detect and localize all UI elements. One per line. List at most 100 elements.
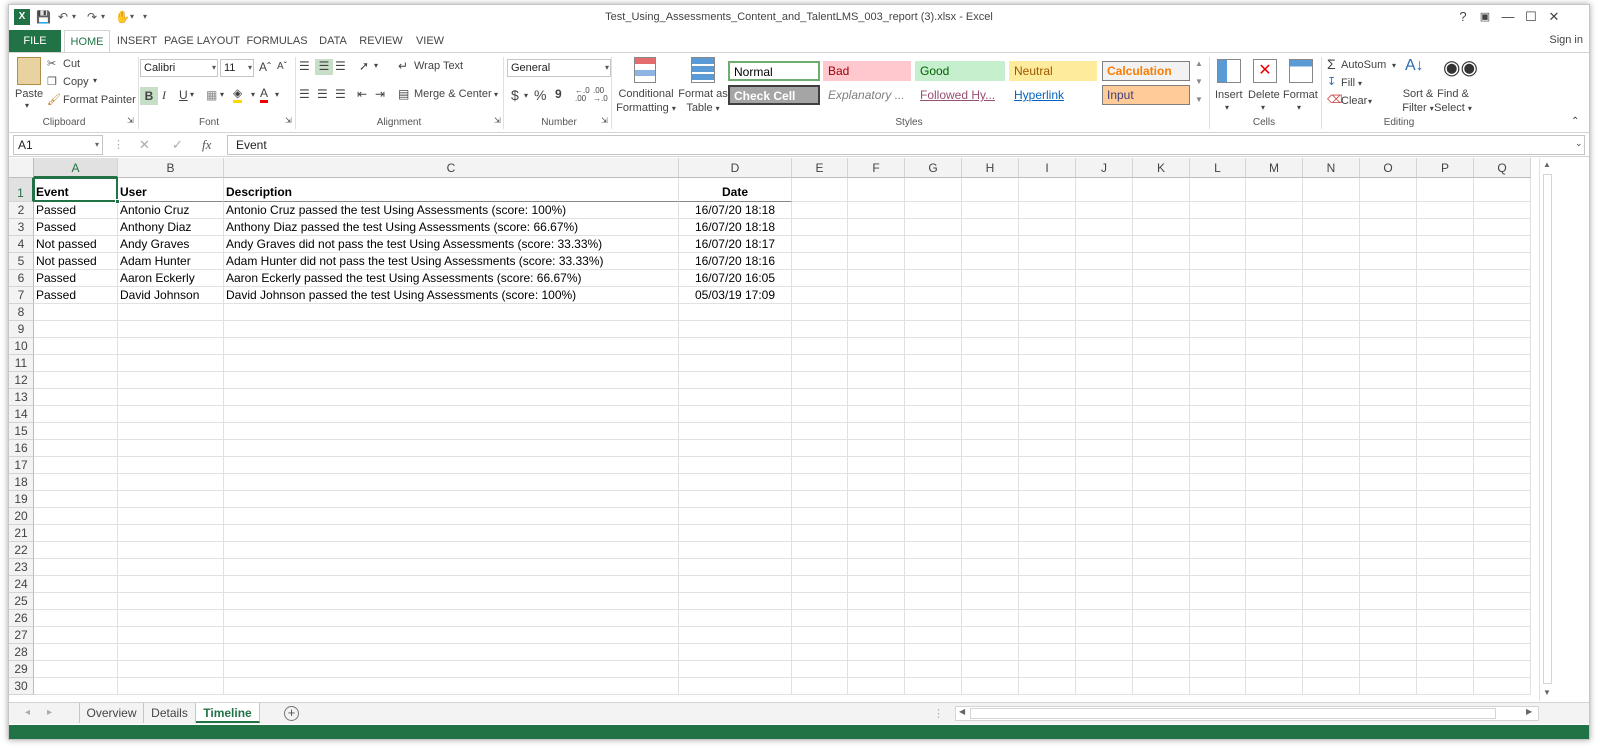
table-cell[interactable]: 16/07/20 18:18	[679, 219, 792, 236]
table-cell[interactable]	[1246, 610, 1303, 627]
table-cell[interactable]	[962, 406, 1019, 423]
header-cell[interactable]	[792, 178, 848, 202]
format-dropdown-icon[interactable]: ▾	[1297, 103, 1301, 112]
split-handle-icon[interactable]: ⋮	[933, 707, 944, 720]
table-cell[interactable]	[1360, 610, 1417, 627]
table-cell[interactable]	[34, 661, 118, 678]
cancel-entry-icon[interactable]: ✕	[139, 137, 150, 153]
table-cell[interactable]	[224, 627, 679, 644]
paste-dropdown-icon[interactable]: ▾	[25, 101, 29, 110]
underline-dropdown-icon[interactable]: ▾	[190, 90, 194, 99]
table-cell[interactable]	[962, 321, 1019, 338]
table-cell[interactable]	[1246, 270, 1303, 287]
row-header-11[interactable]: 11	[9, 355, 34, 372]
table-cell[interactable]	[905, 219, 962, 236]
align-right-icon[interactable]: ☰	[335, 87, 346, 101]
table-cell[interactable]	[118, 355, 224, 372]
table-cell[interactable]	[848, 559, 905, 576]
table-cell[interactable]	[905, 423, 962, 440]
table-cell[interactable]	[118, 661, 224, 678]
comma-button[interactable]: 9	[555, 87, 562, 101]
table-cell[interactable]	[224, 644, 679, 661]
table-cell[interactable]	[679, 491, 792, 508]
table-cell[interactable]	[905, 644, 962, 661]
table-cell[interactable]	[905, 508, 962, 525]
table-cell[interactable]	[679, 610, 792, 627]
style-good[interactable]: Good	[915, 61, 1005, 81]
style-calculation[interactable]: Calculation	[1102, 61, 1190, 81]
table-cell[interactable]	[1303, 321, 1360, 338]
table-cell[interactable]	[1303, 661, 1360, 678]
table-cell[interactable]	[34, 423, 118, 440]
autosum-dropdown-icon[interactable]: ▾	[1392, 61, 1396, 70]
table-cell[interactable]	[118, 338, 224, 355]
table-cell[interactable]	[34, 355, 118, 372]
header-cell[interactable]: Date	[679, 178, 792, 202]
table-cell[interactable]	[224, 355, 679, 372]
table-cell[interactable]	[962, 559, 1019, 576]
bold-button[interactable]: B	[140, 87, 158, 105]
scroll-up-icon[interactable]: ▲	[1543, 160, 1551, 169]
table-cell[interactable]	[905, 389, 962, 406]
table-cell[interactable]	[1019, 542, 1076, 559]
table-cell[interactable]	[848, 287, 905, 304]
table-cell[interactable]	[962, 338, 1019, 355]
table-cell[interactable]	[1417, 287, 1474, 304]
table-cell[interactable]	[1474, 542, 1531, 559]
table-cell[interactable]	[962, 202, 1019, 219]
table-cell[interactable]	[1303, 559, 1360, 576]
table-cell[interactable]	[34, 304, 118, 321]
table-cell[interactable]	[962, 610, 1019, 627]
table-cell[interactable]	[1474, 270, 1531, 287]
row-header-22[interactable]: 22	[9, 542, 34, 559]
table-cell[interactable]	[1417, 355, 1474, 372]
table-cell[interactable]	[224, 440, 679, 457]
table-cell[interactable]	[848, 338, 905, 355]
table-cell[interactable]	[1190, 253, 1246, 270]
table-cell[interactable]	[1360, 440, 1417, 457]
table-cell[interactable]	[224, 508, 679, 525]
table-cell[interactable]	[1246, 661, 1303, 678]
table-cell[interactable]	[224, 338, 679, 355]
table-cell[interactable]	[118, 389, 224, 406]
table-cell[interactable]	[118, 593, 224, 610]
table-cell[interactable]	[679, 559, 792, 576]
table-cell[interactable]	[1417, 338, 1474, 355]
table-cell[interactable]	[1246, 627, 1303, 644]
header-cell[interactable]	[1360, 178, 1417, 202]
table-cell[interactable]	[1190, 372, 1246, 389]
table-cell[interactable]	[118, 423, 224, 440]
header-cell[interactable]	[1190, 178, 1246, 202]
table-cell[interactable]	[1474, 236, 1531, 253]
table-cell[interactable]	[1076, 406, 1133, 423]
table-cell[interactable]	[1190, 338, 1246, 355]
table-cell[interactable]	[1133, 304, 1190, 321]
styles-scroll-down-icon[interactable]: ▼	[1195, 77, 1203, 86]
table-cell[interactable]	[118, 406, 224, 423]
table-cell[interactable]	[1360, 644, 1417, 661]
column-header-g[interactable]: G	[905, 158, 962, 178]
header-cell[interactable]	[1246, 178, 1303, 202]
row-header-13[interactable]: 13	[9, 389, 34, 406]
table-cell[interactable]	[1019, 219, 1076, 236]
table-cell[interactable]	[1076, 253, 1133, 270]
merge-center-button[interactable]: Merge & Center	[414, 88, 492, 100]
table-cell[interactable]	[1474, 321, 1531, 338]
table-cell[interactable]	[1190, 287, 1246, 304]
table-cell[interactable]	[1076, 542, 1133, 559]
table-cell[interactable]	[1474, 355, 1531, 372]
table-cell[interactable]	[1474, 287, 1531, 304]
table-cell[interactable]: 16/07/20 18:18	[679, 202, 792, 219]
table-cell[interactable]	[792, 423, 848, 440]
table-cell[interactable]	[905, 355, 962, 372]
table-cell[interactable]	[224, 423, 679, 440]
table-cell[interactable]	[792, 576, 848, 593]
table-cell[interactable]	[1133, 202, 1190, 219]
table-cell[interactable]	[962, 355, 1019, 372]
table-cell[interactable]	[1133, 525, 1190, 542]
column-header-l[interactable]: L	[1190, 158, 1246, 178]
table-cell[interactable]	[1019, 627, 1076, 644]
table-cell[interactable]	[1133, 559, 1190, 576]
table-cell[interactable]	[792, 202, 848, 219]
table-cell[interactable]	[1246, 508, 1303, 525]
